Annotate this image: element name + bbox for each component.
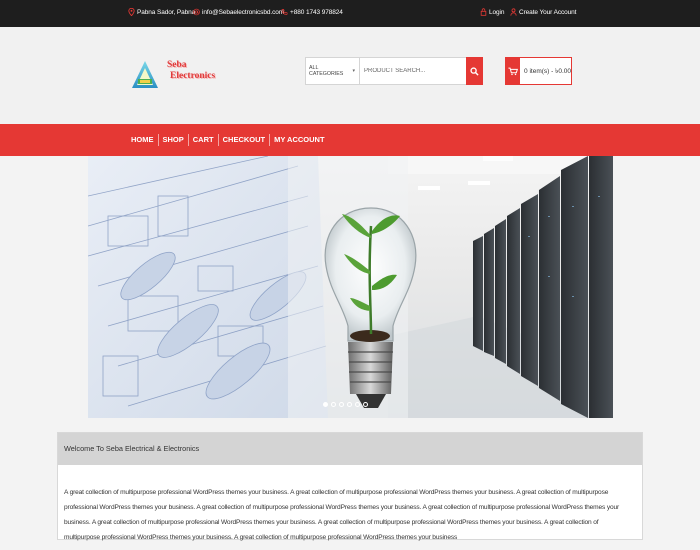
- lock-icon: [480, 8, 487, 16]
- site-header: Seba Electronics ALL CATEGORIES ▾ 0 item…: [0, 27, 700, 124]
- slider-dot[interactable]: [347, 402, 352, 407]
- category-select[interactable]: ALL CATEGORIES ▾: [306, 58, 360, 84]
- slider-pagination: [323, 402, 368, 407]
- welcome-text: A great collection of multipurpose profe…: [64, 489, 620, 541]
- welcome-section: Welcome To Seba Electrical & Electronics…: [57, 432, 643, 541]
- nav-item-checkout[interactable]: CHECKOUT: [217, 134, 270, 146]
- email-icon: [193, 8, 200, 16]
- brand-name-line2: Electronics: [170, 71, 216, 81]
- phone-icon: [281, 9, 288, 15]
- slider-dot[interactable]: [323, 402, 328, 407]
- login-label[interactable]: Login: [489, 9, 505, 16]
- login-link[interactable]: Login: [480, 8, 505, 16]
- slider-dot[interactable]: [363, 402, 368, 407]
- hero-slider[interactable]: [88, 156, 613, 418]
- welcome-title: Welcome To Seba Electrical & Electronics: [58, 433, 642, 465]
- chevron-down-icon: ▾: [352, 68, 355, 74]
- nav-item-my-account[interactable]: MY ACCOUNT: [269, 134, 328, 146]
- cart-icon-box: [506, 58, 521, 84]
- search-icon: [470, 66, 479, 76]
- product-search-form: ALL CATEGORIES ▾: [305, 57, 483, 85]
- brand-name[interactable]: Seba Electronics: [167, 60, 215, 82]
- create-account-label[interactable]: Create Your Account: [519, 9, 576, 16]
- mini-cart-button[interactable]: 0 item(s) - ৳0.00: [505, 57, 572, 85]
- nav-item-shop[interactable]: SHOP: [157, 134, 188, 146]
- nav-item-home[interactable]: HOME: [131, 134, 158, 146]
- user-icon: [510, 8, 517, 16]
- address-text: Pabna Sador, Pabna: [137, 8, 196, 16]
- search-button[interactable]: [466, 57, 483, 85]
- phone-info[interactable]: +880 1743 978824: [281, 8, 343, 16]
- email-info[interactable]: info@Sebaelectronicsbd.com: [193, 8, 284, 16]
- main-navigation: HOME SHOP CART CHECKOUT MY ACCOUNT: [0, 124, 700, 156]
- create-account-link[interactable]: Create Your Account: [510, 8, 576, 16]
- slider-dot[interactable]: [339, 402, 344, 407]
- hero-slide-image: [88, 156, 613, 418]
- shopping-cart-icon: [508, 67, 519, 75]
- category-select-value: ALL CATEGORIES: [309, 65, 344, 77]
- nav-item-cart[interactable]: CART: [187, 134, 218, 146]
- brand-name-line1: Seba: [167, 60, 187, 70]
- top-bar: Pabna Sador, Pabna info@Sebaelectronicsb…: [0, 0, 700, 27]
- search-input[interactable]: [360, 58, 482, 84]
- phone-text[interactable]: +880 1743 978824: [290, 9, 343, 16]
- slider-dot[interactable]: [331, 402, 336, 407]
- address-info: Pabna Sador, Pabna: [128, 8, 195, 16]
- slider-dot[interactable]: [355, 402, 360, 407]
- nav-menu: HOME SHOP CART CHECKOUT MY ACCOUNT: [131, 124, 329, 156]
- cart-summary: 0 item(s) - ৳0.00: [524, 67, 571, 75]
- email-text[interactable]: info@Sebaelectronicsbd.com: [202, 9, 284, 16]
- location-pin-icon: [128, 8, 135, 16]
